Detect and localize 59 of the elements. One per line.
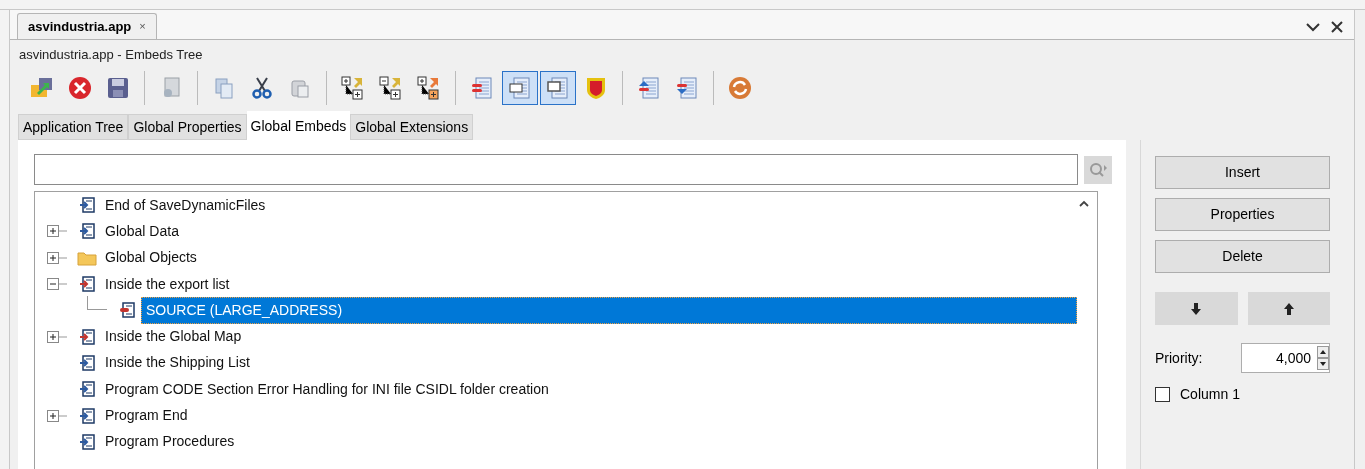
expand-tree-icon <box>340 75 366 101</box>
search-button[interactable] <box>1084 155 1112 184</box>
tab[interactable]: Global Properties <box>128 114 247 140</box>
cancel-icon <box>67 75 93 101</box>
embed-icon <box>79 328 95 345</box>
refresh-icon <box>727 75 753 101</box>
scissors-icon <box>249 75 275 101</box>
tree-item[interactable]: Program End <box>101 405 192 426</box>
embed-icon <box>79 223 95 240</box>
document-tab-title: asvindustria.app <box>28 17 132 36</box>
priority-label: Priority: <box>1155 348 1203 368</box>
move-up-button[interactable] <box>1247 292 1330 325</box>
list-icon <box>545 75 571 101</box>
close-icon[interactable] <box>1330 20 1344 34</box>
column-checkbox[interactable] <box>1155 387 1170 402</box>
move-down-button[interactable] <box>1155 292 1238 325</box>
move-up-icon <box>636 75 662 101</box>
list-icon <box>507 75 533 101</box>
embed-icon <box>79 381 95 398</box>
tree-item[interactable]: Inside the Global Map <box>101 326 246 348</box>
list-icon <box>469 75 495 101</box>
document-tab[interactable]: asvindustria.app × <box>17 13 157 39</box>
tree-line <box>87 296 107 311</box>
tree-item[interactable]: Global Objects <box>101 247 201 269</box>
tab[interactable]: Global Extensions <box>350 114 474 140</box>
tree-item[interactable]: SOURCE (LARGE_ADDRESS) <box>141 296 1077 324</box>
tab[interactable]: Application Tree <box>18 114 129 140</box>
move-down-icon <box>674 75 700 101</box>
tree-item[interactable]: End of SaveDynamicFiles <box>101 194 270 216</box>
chevron-down-icon[interactable] <box>1306 21 1320 33</box>
priority-spinner[interactable]: 4,000 <box>1241 343 1330 373</box>
save-icon <box>105 75 131 101</box>
search-icon <box>1088 160 1108 179</box>
tree-item[interactable]: Program CODE Section Error Handling for INI file CSIDL folder creation <box>101 378 553 400</box>
tab[interactable]: Global Embeds <box>246 111 351 141</box>
arrow-up-icon <box>1282 301 1295 316</box>
embed-icon <box>79 354 95 371</box>
action-button[interactable]: Delete <box>1155 240 1330 273</box>
embed-icon <box>79 433 95 450</box>
collapse-tree-icon <box>378 75 404 101</box>
arrow-down-icon <box>1190 301 1203 316</box>
embed-icon <box>79 407 95 424</box>
spinner-arrows-icon[interactable] <box>1317 346 1329 370</box>
close-tab-button[interactable]: × <box>139 18 146 35</box>
folder-icon <box>77 249 97 266</box>
column-checkbox-label: Column 1 <box>1180 385 1240 404</box>
tree-item[interactable]: Global Data <box>101 220 183 242</box>
embed-icon <box>119 302 135 319</box>
tree-item[interactable]: Inside the Shipping List <box>101 352 254 374</box>
tree-item[interactable]: Inside the export list <box>101 273 234 295</box>
expand-tree-icon <box>416 75 442 101</box>
embed-icon <box>79 276 95 293</box>
search-field[interactable] <box>34 154 1078 185</box>
tree-item[interactable]: Program Procedures <box>101 431 239 453</box>
action-button[interactable]: Insert <box>1155 156 1330 189</box>
window-title: asvindustria.app - Embeds Tree <box>18 46 204 64</box>
action-button[interactable]: Properties <box>1155 198 1330 231</box>
scroll-up-icon[interactable] <box>1079 200 1089 208</box>
embed-icon <box>79 197 95 214</box>
